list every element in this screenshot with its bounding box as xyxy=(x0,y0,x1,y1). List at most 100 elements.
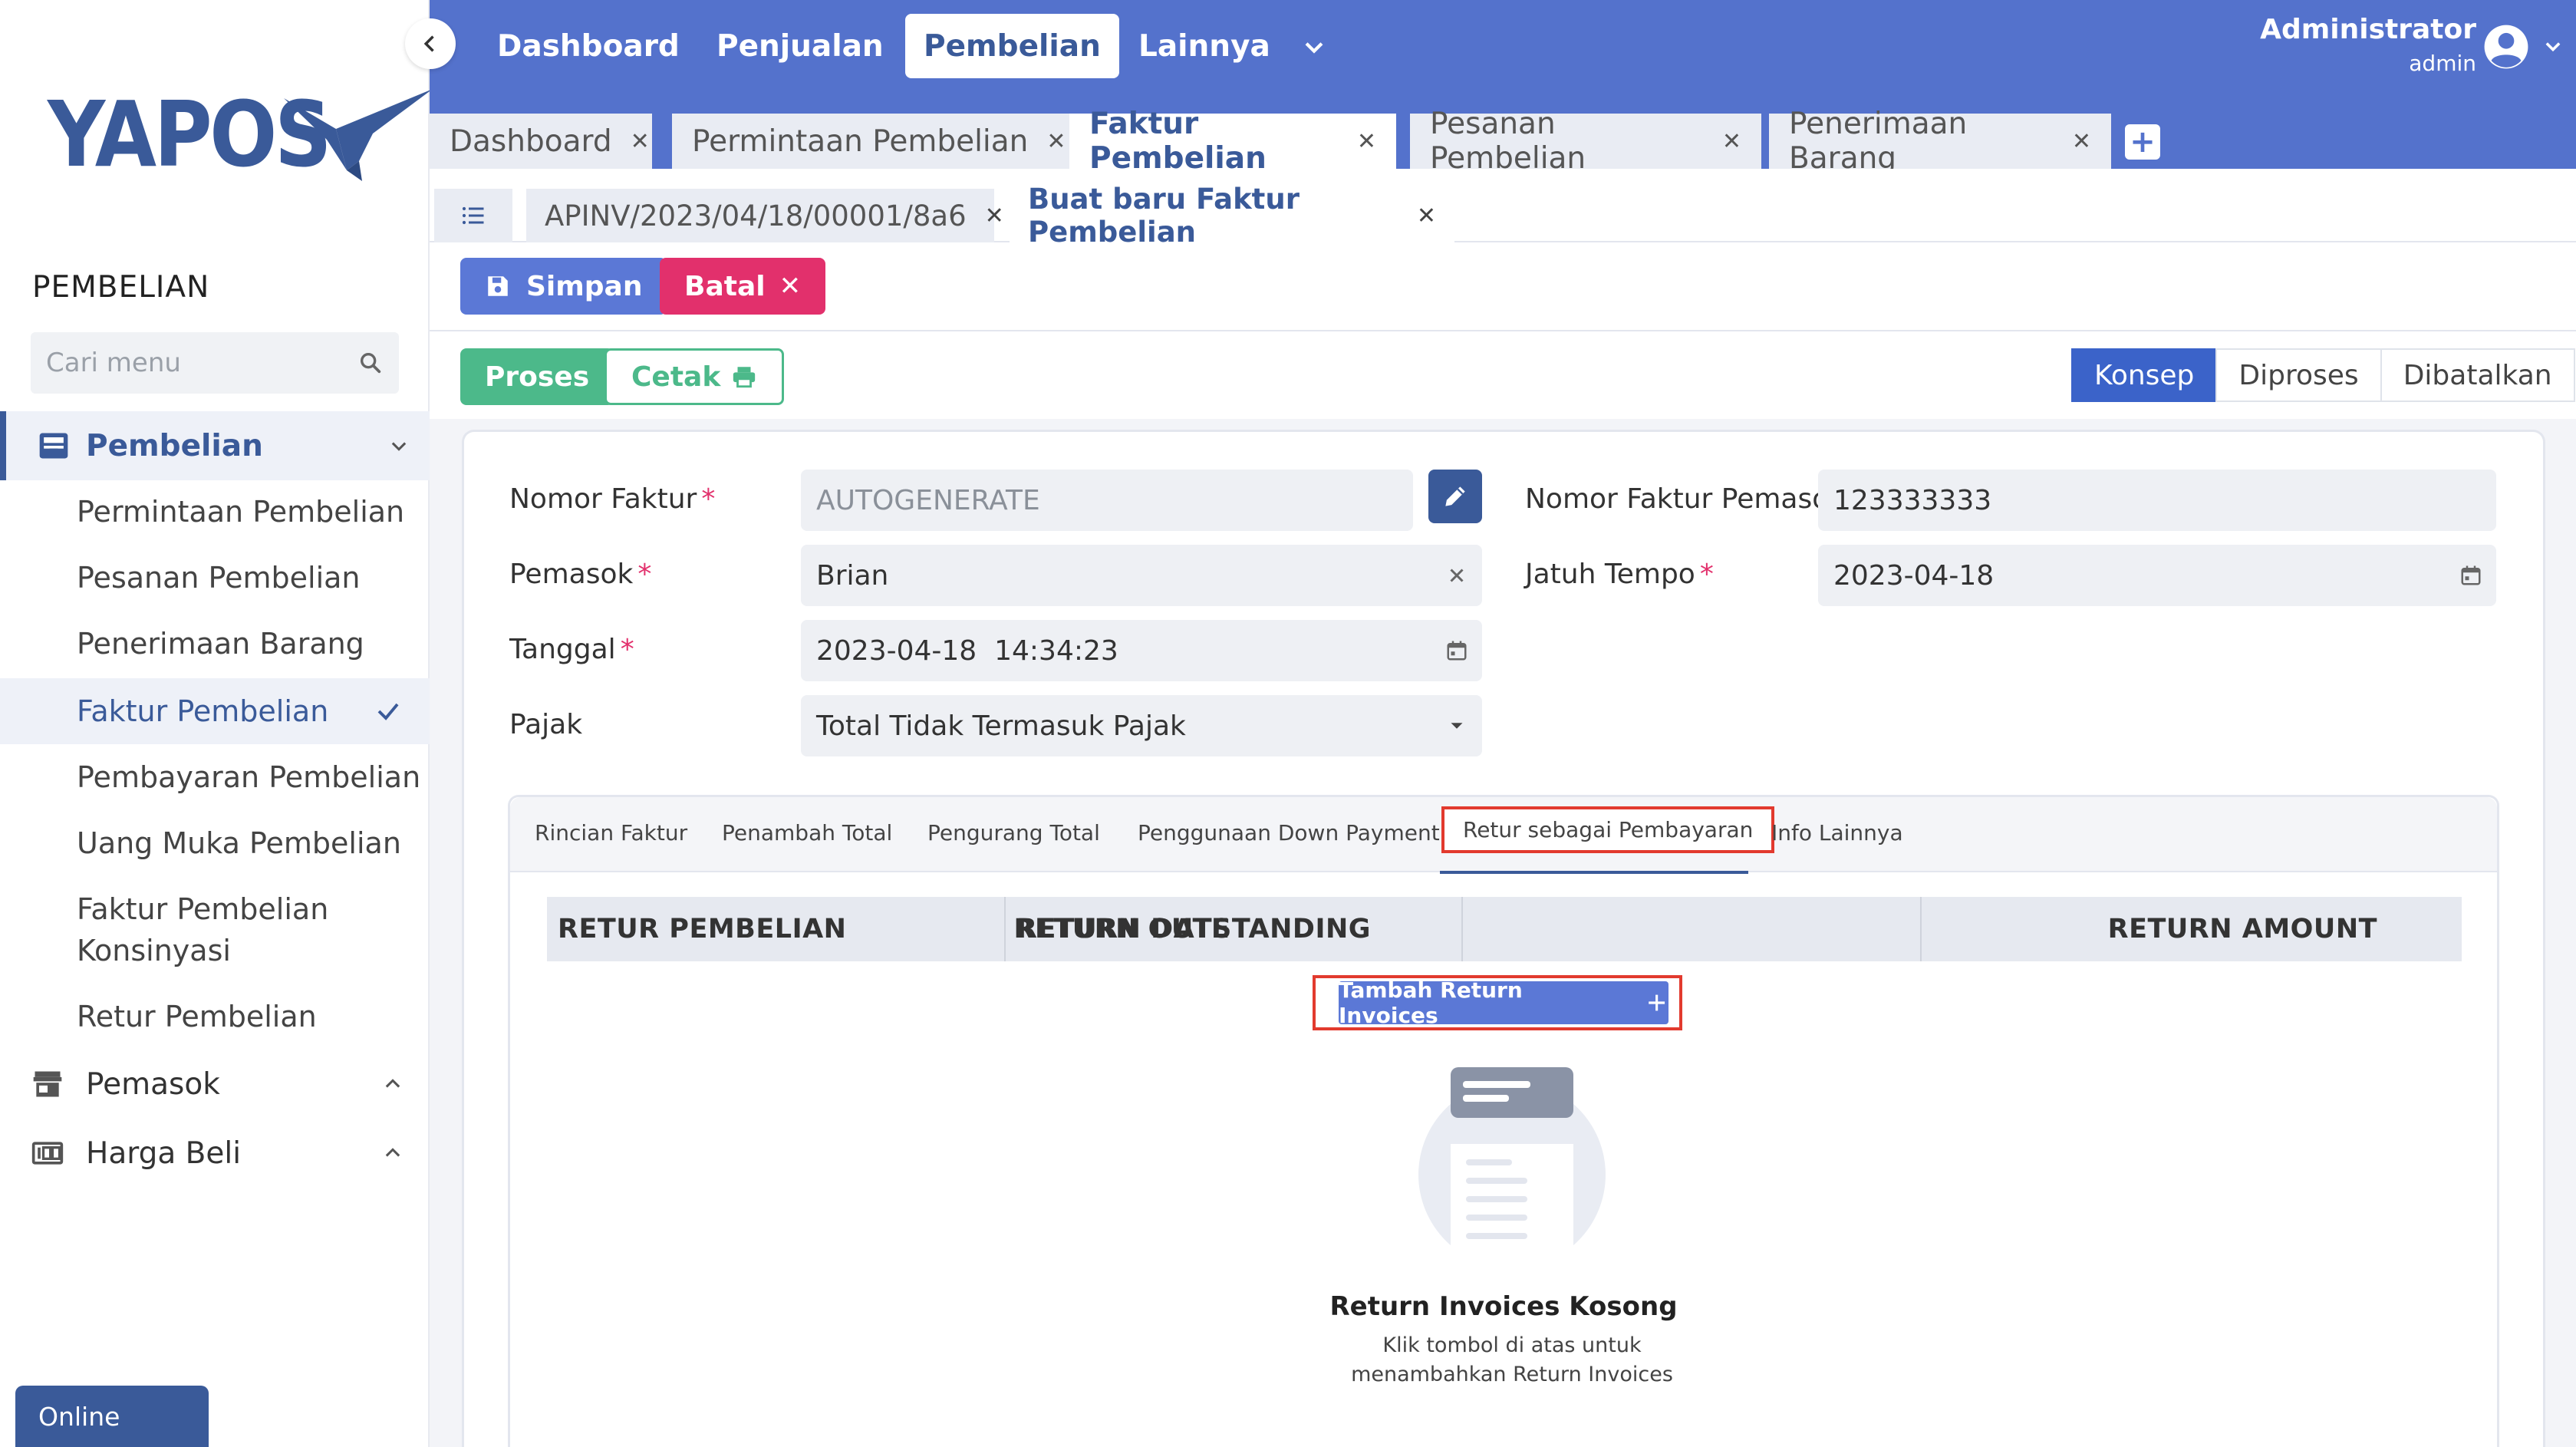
nomor-faktur-field[interactable]: AUTOGENERATE xyxy=(801,470,1413,531)
tab-label: Dashboard xyxy=(450,124,612,159)
tab-pesanan-pembelian[interactable]: Pesanan Pembelian ✕ xyxy=(1410,107,1761,176)
close-icon: ✕ xyxy=(779,271,802,302)
tab-penambah-total[interactable]: Penambah Total xyxy=(722,820,892,845)
edit-nomor-faktur-button[interactable] xyxy=(1428,470,1482,523)
online-status-badge[interactable]: Online xyxy=(15,1386,209,1447)
clear-icon[interactable] xyxy=(1445,564,1468,587)
nav-lainnya[interactable]: Lainnya xyxy=(1120,14,1289,78)
sidebar-group-harga-beli[interactable]: Harga Beli xyxy=(0,1119,430,1188)
tanggal-field[interactable]: 2023-04-18 14:34:23 xyxy=(801,620,1482,681)
tab-retur-sebagai-pembayaran[interactable]: Retur sebagai Pembayaran xyxy=(1441,806,1775,853)
process-button[interactable]: Proses xyxy=(460,348,614,405)
sidebar-item-faktur-pembelian-konsinyasi[interactable]: Faktur Pembelian Konsinyasi xyxy=(0,888,399,971)
chevron-up-icon xyxy=(385,1079,400,1088)
tab-info-lainnya[interactable]: Info Lainnya xyxy=(1771,820,1903,845)
save-label: Simpan xyxy=(526,270,643,302)
sidebar-item-permintaan-pembelian[interactable]: Permintaan Pembelian xyxy=(0,491,430,532)
empty-document-icon xyxy=(1418,1067,1606,1259)
tab-penerimaan-barang[interactable]: Penerimaan Barang ✕ xyxy=(1769,107,2111,176)
sidebar-title: PEMBELIAN xyxy=(32,270,210,305)
sidebar-item-retur-pembelian[interactable]: Retur Pembelian xyxy=(0,996,430,1037)
calendar-icon[interactable] xyxy=(2459,564,2482,587)
close-icon[interactable]: ✕ xyxy=(631,128,650,155)
check-icon xyxy=(377,703,399,720)
nav-dashboard[interactable]: Dashboard xyxy=(479,14,698,78)
tab-permintaan-pembelian[interactable]: Permintaan Pembelian ✕ xyxy=(672,114,1091,169)
pemasok-field[interactable]: Brian xyxy=(801,545,1482,606)
column-header: RETURN OUTSTANDING xyxy=(1013,914,1371,944)
search-icon[interactable] xyxy=(357,350,384,376)
empty-state-subtitle: Klik tombol di atas untuk menambahkan Re… xyxy=(1351,1333,1673,1386)
tab-label: Permintaan Pembelian xyxy=(692,124,1029,159)
active-tab-indicator xyxy=(1440,871,1748,874)
tab-label: Pesanan Pembelian xyxy=(1430,107,1586,176)
add-tab-button[interactable]: + xyxy=(2125,124,2160,160)
close-icon[interactable]: ✕ xyxy=(1722,128,1741,155)
detail-tabs: Rincian Faktur Penambah Total Pengurang … xyxy=(510,797,2497,874)
printer-icon xyxy=(733,367,756,388)
sidebar-item-pesanan-pembelian[interactable]: Pesanan Pembelian xyxy=(0,557,430,598)
tab-pengurang-total[interactable]: Pengurang Total xyxy=(927,820,1100,845)
sidebar: YAPOS PEMBELIAN Pembelian Permintaan Pem… xyxy=(0,0,433,1447)
chevron-down-icon[interactable] xyxy=(1301,34,1327,60)
status-step-konsep: Konsep xyxy=(2071,348,2218,402)
pemasok-label: Pemasok * xyxy=(509,559,652,590)
tab-rincian-faktur[interactable]: Rincian Faktur xyxy=(535,820,687,845)
tab-faktur-pembelian[interactable]: Faktur Pembelian ✕ xyxy=(1069,107,1396,176)
empty-state-title: Return Invoices Kosong xyxy=(1329,1291,1678,1322)
chevron-down-icon xyxy=(391,442,407,451)
sidebar-group-pemasok[interactable]: Pemasok xyxy=(0,1050,430,1119)
sidebar-group-label: Pembelian xyxy=(86,428,263,463)
cancel-label: Batal xyxy=(684,270,766,302)
tab-dashboard[interactable]: Dashboard ✕ xyxy=(430,114,652,169)
store-icon xyxy=(33,1071,62,1097)
add-return-invoices-button[interactable]: Tambah Return Invoices xyxy=(1339,977,1668,1028)
cancel-button[interactable]: Batal ✕ xyxy=(660,258,826,315)
print-button[interactable]: Cetak xyxy=(604,348,785,405)
open-tabs-bar: Dashboard ✕ Permintaan Pembelian ✕ Faktur … xyxy=(430,94,2576,176)
sidebar-item-uang-muka-pembelian[interactable]: Uang Muka Pembelian xyxy=(0,822,430,864)
sidebar-group-pembelian[interactable]: Pembelian xyxy=(0,411,430,480)
tab-penggunaan-down-payment[interactable]: Penggunaan Down Payment xyxy=(1138,820,1440,845)
calendar-icon[interactable] xyxy=(1445,639,1468,662)
sidebar-item-penerimaan-barang[interactable]: Penerimaan Barang xyxy=(0,623,430,664)
sidebar-collapse-button[interactable] xyxy=(405,18,456,69)
subtab-apinv[interactable]: APINV/2023/04/18/00001/8a6 ✕ xyxy=(526,189,1004,242)
tab-label: Faktur Pembelian xyxy=(1089,107,1267,176)
nomor-faktur-label: Nomor Faktur * xyxy=(509,483,716,515)
nav-pembelian[interactable]: Pembelian xyxy=(905,14,1119,78)
print-label: Cetak xyxy=(631,361,721,393)
list-icon xyxy=(462,206,484,225)
pemasok-value: Brian xyxy=(816,559,889,592)
floppy-disk-icon xyxy=(488,276,508,296)
chevron-left-icon xyxy=(423,35,434,52)
pajak-label: Pajak xyxy=(509,709,583,740)
top-navbar: Dashboard Penjualan Pembelian Lainnya Ad… xyxy=(430,0,2576,94)
close-icon[interactable]: ✕ xyxy=(985,203,1004,229)
subtab-label: Buat baru Faktur Pembelian xyxy=(1028,183,1300,249)
caret-down-icon[interactable] xyxy=(1445,714,1468,737)
close-icon[interactable]: ✕ xyxy=(1046,128,1066,155)
tanggal-value: 2023-04-18 14:34:23 xyxy=(816,635,1118,667)
close-icon[interactable]: ✕ xyxy=(1417,203,1436,229)
close-icon[interactable]: ✕ xyxy=(2072,128,2091,155)
chevron-down-icon[interactable] xyxy=(2542,35,2564,57)
toolbar: Simpan Batal ✕ xyxy=(430,242,2576,331)
user-avatar-icon[interactable] xyxy=(2482,23,2530,71)
user-name[interactable]: Administrator xyxy=(2260,14,2476,45)
plus-icon xyxy=(1648,994,1665,1011)
nav-penjualan[interactable]: Penjualan xyxy=(698,14,902,78)
close-icon[interactable]: ✕ xyxy=(1357,128,1376,155)
status-steps: Konsep Diproses Dibatalkan xyxy=(2071,348,2575,402)
subtab-buat-baru[interactable]: Buat baru Faktur Pembelian ✕ xyxy=(1010,183,1454,249)
jatuh-tempo-field[interactable]: 2023-04-18 xyxy=(1818,545,2496,606)
pajak-select[interactable]: Total Tidak Termasuk Pajak xyxy=(801,695,1482,756)
sidebar-item-pembayaran-pembelian[interactable]: Pembayaran Pembelian xyxy=(0,756,430,798)
sidebar-item-faktur-pembelian[interactable]: Faktur Pembelian xyxy=(0,678,430,744)
nomor-faktur-pemasok-field[interactable]: 123333333 xyxy=(1818,470,2496,531)
menu-search-input[interactable] xyxy=(46,348,357,378)
list-view-button[interactable] xyxy=(434,189,512,242)
add-return-invoices-label: Tambah Return Invoices xyxy=(1339,977,1523,1028)
save-button[interactable]: Simpan xyxy=(460,258,667,315)
menu-search[interactable] xyxy=(31,332,399,394)
